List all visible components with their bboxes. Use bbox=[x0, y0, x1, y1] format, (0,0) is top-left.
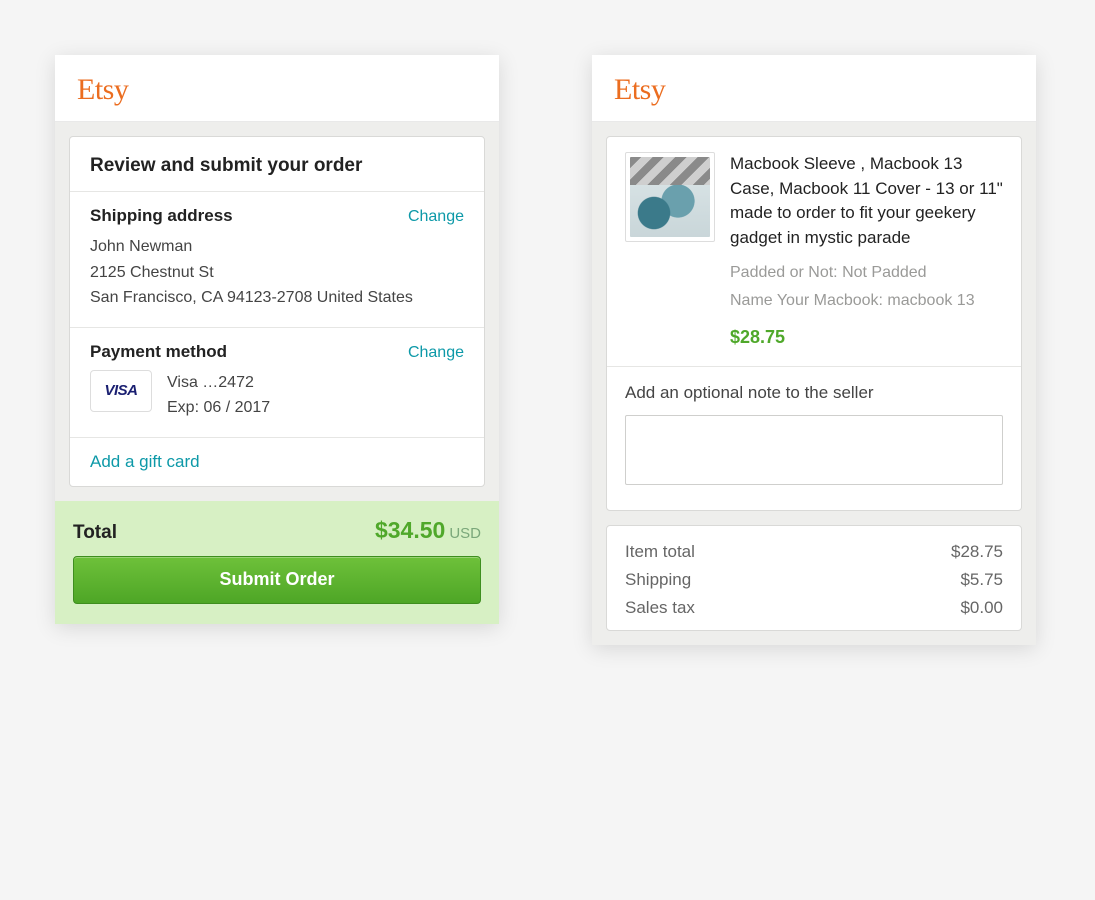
cart-item-panel: Etsy Macbook Sleeve , Macbook 13 Case, M… bbox=[592, 55, 1036, 645]
seller-note-section: Add an optional note to the seller bbox=[607, 366, 1021, 510]
product-card: Macbook Sleeve , Macbook 13 Case, Macboo… bbox=[606, 136, 1022, 511]
order-summary: Item total $28.75 Shipping $5.75 Sales t… bbox=[606, 525, 1022, 631]
total-label: Total bbox=[73, 522, 117, 544]
etsy-logo: Etsy bbox=[614, 73, 1014, 107]
shipping-label: Shipping address bbox=[90, 206, 233, 226]
product-option-size: Name Your Macbook: macbook 13 bbox=[730, 289, 1003, 313]
header: Etsy bbox=[55, 55, 499, 122]
panel-body: Review and submit your order Shipping ad… bbox=[55, 122, 499, 501]
item-total-value: $28.75 bbox=[951, 542, 1003, 562]
checkout-review-panel: Etsy Review and submit your order Shippi… bbox=[55, 55, 499, 624]
total-amount: $34.50 bbox=[375, 517, 445, 543]
summary-row-item-total: Item total $28.75 bbox=[625, 538, 1003, 566]
card-number: Visa …2472 bbox=[167, 370, 270, 396]
product-image-icon bbox=[630, 157, 710, 237]
shipping-city: San Francisco, CA 94123-2708 United Stat… bbox=[90, 285, 464, 311]
card-expiry: Exp: 06 / 2017 bbox=[167, 395, 270, 421]
shipping-section: Shipping address Change John Newman 2125… bbox=[70, 192, 484, 328]
change-payment-link[interactable]: Change bbox=[408, 344, 464, 362]
shipping-name: John Newman bbox=[90, 234, 464, 260]
header: Etsy bbox=[592, 55, 1036, 122]
panel-body: Macbook Sleeve , Macbook 13 Case, Macboo… bbox=[592, 122, 1036, 645]
gift-card-section: Add a gift card bbox=[70, 438, 484, 486]
payment-section: Payment method Change VISA Visa …2472 Ex… bbox=[70, 328, 484, 438]
item-total-label: Item total bbox=[625, 542, 695, 562]
seller-note-input[interactable] bbox=[625, 415, 1003, 485]
submit-order-button[interactable]: Submit Order bbox=[73, 556, 481, 604]
visa-icon: VISA bbox=[90, 370, 152, 412]
tax-value: $0.00 bbox=[960, 598, 1003, 618]
summary-row-shipping: Shipping $5.75 bbox=[625, 566, 1003, 594]
change-shipping-link[interactable]: Change bbox=[408, 208, 464, 226]
etsy-logo: Etsy bbox=[77, 73, 477, 107]
page-title: Review and submit your order bbox=[70, 137, 484, 192]
tax-label: Sales tax bbox=[625, 598, 695, 618]
product-price: $28.75 bbox=[730, 327, 1003, 348]
total-box: Total $34.50USD Submit Order bbox=[55, 501, 499, 624]
seller-note-label: Add an optional note to the seller bbox=[625, 383, 1003, 403]
product-option-padded: Padded or Not: Not Padded bbox=[730, 261, 1003, 285]
summary-row-tax: Sales tax $0.00 bbox=[625, 594, 1003, 622]
shipping-cost-value: $5.75 bbox=[960, 570, 1003, 590]
shipping-street: 2125 Chestnut St bbox=[90, 260, 464, 286]
product-thumbnail[interactable] bbox=[625, 152, 715, 242]
payment-label: Payment method bbox=[90, 342, 227, 362]
product-title: Macbook Sleeve , Macbook 13 Case, Macboo… bbox=[730, 152, 1003, 251]
add-gift-card-link[interactable]: Add a gift card bbox=[90, 452, 200, 471]
shipping-cost-label: Shipping bbox=[625, 570, 691, 590]
total-currency: USD bbox=[449, 525, 481, 542]
order-card: Review and submit your order Shipping ad… bbox=[69, 136, 485, 487]
